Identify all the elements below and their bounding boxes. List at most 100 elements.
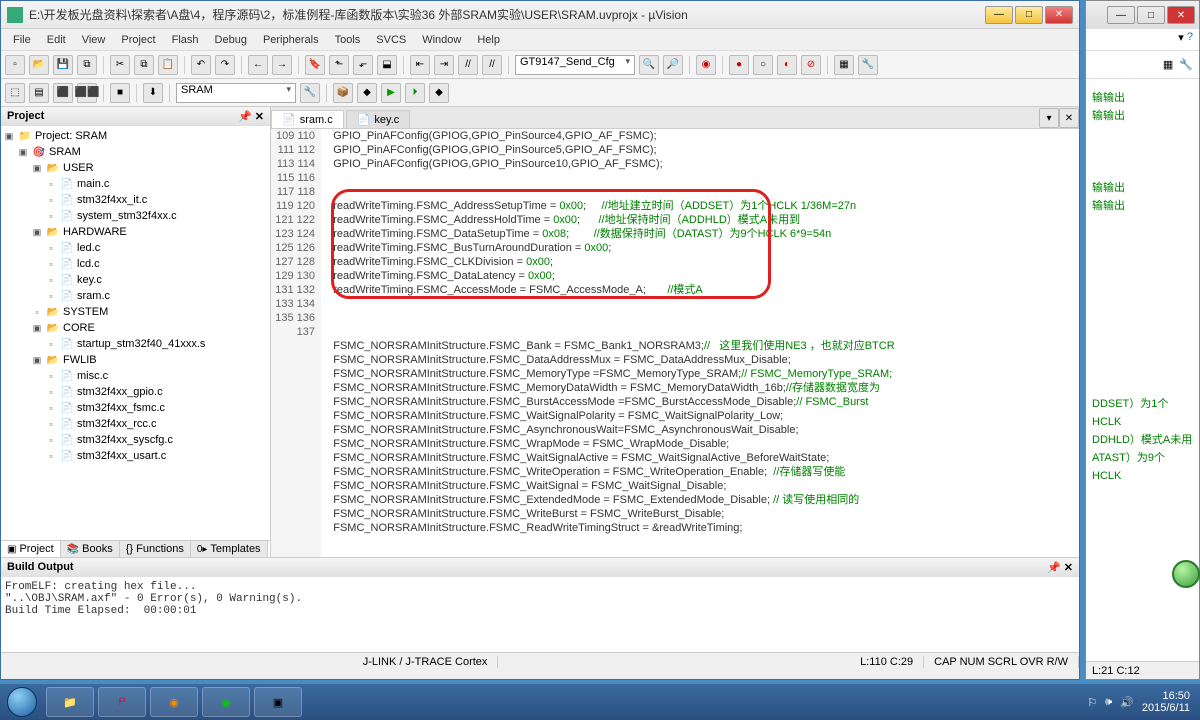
taskbar-powerpoint-icon[interactable]: P bbox=[98, 687, 146, 717]
pin-icon[interactable]: 📌 bbox=[1047, 562, 1061, 574]
batch-build-icon[interactable]: ⬛⬛ bbox=[77, 83, 97, 103]
project-tree[interactable]: ▣📁Project: SRAM ▣🎯SRAM ▣📂USER ▫📄main.c ▫… bbox=[1, 126, 270, 540]
bookmark-clear-icon[interactable]: ⬓ bbox=[377, 55, 397, 75]
indent-left-icon[interactable]: ⇤ bbox=[410, 55, 430, 75]
options-icon[interactable]: 🔧 bbox=[300, 83, 320, 103]
cut-icon[interactable]: ✂ bbox=[110, 55, 130, 75]
indent-right-icon[interactable]: ⇥ bbox=[434, 55, 454, 75]
bp-disable-icon[interactable]: ◐ bbox=[777, 55, 797, 75]
comment-icon[interactable]: // bbox=[458, 55, 478, 75]
tree-root[interactable]: Project: SRAM bbox=[35, 130, 107, 142]
code-editor[interactable]: 109 110 111 112 113 114 115 116 117 118 … bbox=[271, 129, 1079, 557]
run2-icon[interactable]: ⏵ bbox=[405, 83, 425, 103]
tree-file[interactable]: lcd.c bbox=[77, 258, 100, 270]
menu-window[interactable]: Window bbox=[414, 32, 469, 48]
bp-enable-icon[interactable]: ○ bbox=[753, 55, 773, 75]
tray-network-icon[interactable]: 🕪 bbox=[1105, 696, 1112, 709]
build-icon[interactable]: ▤ bbox=[29, 83, 49, 103]
panel-close-icon[interactable]: ✕ bbox=[255, 111, 264, 123]
editor-close-icon[interactable]: ✕ bbox=[1059, 108, 1079, 128]
panel-close-icon[interactable]: ✕ bbox=[1064, 562, 1073, 574]
taskbar-explorer-icon[interactable]: 📁 bbox=[46, 687, 94, 717]
maximize-button[interactable]: □ bbox=[1015, 6, 1043, 24]
bp-insert-icon[interactable]: ● bbox=[729, 55, 749, 75]
forward-icon[interactable]: → bbox=[272, 55, 292, 75]
bg-tool-icon[interactable]: ▦ bbox=[1163, 58, 1173, 71]
pack-icon[interactable]: ◆ bbox=[357, 83, 377, 103]
saveall-icon[interactable]: ⧉ bbox=[77, 55, 97, 75]
rebuild-icon[interactable]: ⬛ bbox=[53, 83, 73, 103]
bg-minimize-button[interactable]: — bbox=[1107, 6, 1135, 24]
open-icon[interactable]: 📂 bbox=[29, 55, 49, 75]
system-tray[interactable]: ⚐ 🕪 🔊 16:50 2015/6/11 bbox=[1077, 690, 1200, 714]
findfiles-icon[interactable]: 🔎 bbox=[663, 55, 683, 75]
redo-icon[interactable]: ↷ bbox=[215, 55, 235, 75]
manage-rte-icon[interactable]: ◆ bbox=[429, 83, 449, 103]
menu-flash[interactable]: Flash bbox=[164, 32, 207, 48]
tree-file[interactable]: stm32f4xx_rcc.c bbox=[77, 418, 156, 430]
menu-debug[interactable]: Debug bbox=[207, 32, 255, 48]
tree-file[interactable]: stm32f4xx_usart.c bbox=[77, 450, 166, 462]
menu-project[interactable]: Project bbox=[113, 32, 163, 48]
tree-group-hardware[interactable]: HARDWARE bbox=[63, 226, 127, 238]
config-combo[interactable]: GT9147_Send_Cfg bbox=[515, 55, 635, 75]
bp-kill-icon[interactable]: ⊘ bbox=[801, 55, 821, 75]
stop-build-icon[interactable]: ■ bbox=[110, 83, 130, 103]
tree-target[interactable]: SRAM bbox=[49, 146, 81, 158]
menu-file[interactable]: File bbox=[5, 32, 39, 48]
bg-help-icon[interactable]: ? bbox=[1187, 31, 1193, 48]
window-icon[interactable]: ▦ bbox=[834, 55, 854, 75]
target-combo[interactable]: SRAM bbox=[176, 83, 296, 103]
taskbar-foxit-icon[interactable]: ◉ bbox=[150, 687, 198, 717]
tree-file[interactable]: startup_stm32f40_41xxx.s bbox=[77, 338, 205, 350]
tree-group-system[interactable]: SYSTEM bbox=[63, 306, 108, 318]
titlebar[interactable]: E:\开发板光盘资料\探索者\A盘\4，程序源码\2，标准例程-库函数版本\实验… bbox=[1, 1, 1079, 29]
minimize-button[interactable]: — bbox=[985, 6, 1013, 24]
bookmark-icon[interactable]: 🔖 bbox=[305, 55, 325, 75]
menu-help[interactable]: Help bbox=[469, 32, 508, 48]
menu-edit[interactable]: Edit bbox=[39, 32, 74, 48]
tree-file[interactable]: misc.c bbox=[77, 370, 108, 382]
taskbar-wechat-icon[interactable]: ◉ bbox=[202, 687, 250, 717]
tab-sram[interactable]: 📄 sram.c bbox=[271, 110, 344, 128]
find-icon[interactable]: 🔍 bbox=[639, 55, 659, 75]
copy-icon[interactable]: ⧉ bbox=[134, 55, 154, 75]
code-content[interactable]: GPIO_PinAFConfig(GPIOG,GPIO_PinSource4,G… bbox=[321, 129, 1079, 557]
tree-file[interactable]: main.c bbox=[77, 178, 109, 190]
tree-file[interactable]: stm32f4xx_it.c bbox=[77, 194, 147, 206]
uncomment-icon[interactable]: // bbox=[482, 55, 502, 75]
menu-tools[interactable]: Tools bbox=[327, 32, 369, 48]
debug-icon[interactable]: ◉ bbox=[696, 55, 716, 75]
download-icon[interactable]: ⬇ bbox=[143, 83, 163, 103]
tree-file[interactable]: stm32f4xx_fsmc.c bbox=[77, 402, 165, 414]
tree-file[interactable]: stm32f4xx_syscfg.c bbox=[77, 434, 173, 446]
taskbar[interactable]: 📁 P ◉ ◉ ▣ ⚐ 🕪 🔊 16:50 2015/6/11 bbox=[0, 684, 1200, 720]
tab-key[interactable]: 📄 key.c bbox=[346, 110, 411, 128]
new-icon[interactable]: ▫ bbox=[5, 55, 25, 75]
back-icon[interactable]: ← bbox=[248, 55, 268, 75]
start-button[interactable] bbox=[0, 684, 44, 720]
tab-books[interactable]: 📚 Books bbox=[61, 541, 120, 557]
tray-clock[interactable]: 16:50 2015/6/11 bbox=[1142, 690, 1190, 714]
tree-file[interactable]: system_stm32f4xx.c bbox=[77, 210, 177, 222]
editor-dropdown-icon[interactable]: ▾ bbox=[1039, 108, 1059, 128]
menu-svcs[interactable]: SVCS bbox=[368, 32, 414, 48]
tree-file[interactable]: stm32f4xx_gpio.c bbox=[77, 386, 163, 398]
tray-volume-icon[interactable]: 🔊 bbox=[1120, 696, 1134, 709]
tree-file[interactable]: led.c bbox=[77, 242, 100, 254]
translate-icon[interactable]: ⬚ bbox=[5, 83, 25, 103]
bg-maximize-button[interactable]: □ bbox=[1137, 6, 1165, 24]
tree-file[interactable]: key.c bbox=[77, 274, 102, 286]
build-output-text[interactable]: FromELF: creating hex file... "..\OBJ\SR… bbox=[1, 577, 1079, 652]
bg-dropdown-icon[interactable]: ▾ bbox=[1178, 31, 1184, 48]
tab-functions[interactable]: {} Functions bbox=[120, 541, 191, 557]
save-icon[interactable]: 💾 bbox=[53, 55, 73, 75]
bg-tool-icon[interactable]: 🔧 bbox=[1179, 58, 1193, 71]
bookmark-prev-icon[interactable]: ⬑ bbox=[329, 55, 349, 75]
bookmark-next-icon[interactable]: ⬐ bbox=[353, 55, 373, 75]
assistant-orb-icon[interactable] bbox=[1172, 560, 1200, 588]
tree-file[interactable]: sram.c bbox=[77, 290, 110, 302]
manage-icon[interactable]: 📦 bbox=[333, 83, 353, 103]
tab-project[interactable]: ▣ Project bbox=[1, 541, 61, 557]
tree-group-core[interactable]: CORE bbox=[63, 322, 95, 334]
